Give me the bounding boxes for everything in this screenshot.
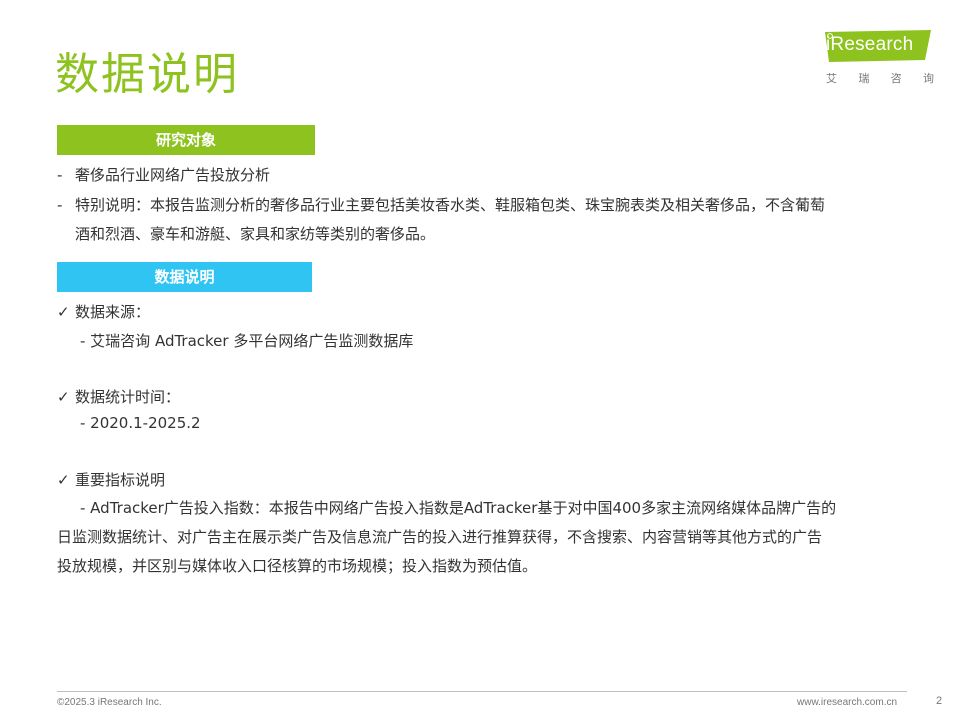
list-item: - 特别说明：本报告监测分析的奢侈品行业主要包括美妆香水类、鞋服箱包类、珠宝腕表类… xyxy=(57,195,825,215)
source-heading-text: 数据来源： xyxy=(75,303,151,321)
list-marker: - xyxy=(57,166,63,184)
list-item-text: 特别说明：本报告监测分析的奢侈品行业主要包括美妆香水类、鞋服箱包类、珠宝腕表类及… xyxy=(75,196,826,214)
list-marker: - xyxy=(57,196,63,214)
page-title: 数据说明 xyxy=(55,49,239,100)
logo-sub-char: 询 xyxy=(922,72,934,85)
indicator-heading-text: 重要指标说明 xyxy=(75,471,166,489)
source-heading: ✓ 数据来源： xyxy=(57,302,150,322)
section-header-data: 数据说明 xyxy=(57,262,312,292)
indicator-line: - AdTracker广告投入指数：本报告中网络广告投入指数是AdTracker… xyxy=(80,499,837,517)
list-item: 酒和烈酒、豪车和游艇、家具和家纺等类别的奢侈品。 xyxy=(57,224,435,244)
iresearch-logo: iResearch 艾 瑞 咨 询 xyxy=(822,30,934,86)
page-number: 2 xyxy=(936,695,943,707)
list-item: - 奢侈品行业网络广告投放分析 xyxy=(57,165,270,185)
indicator-heading: ✓ 重要指标说明 xyxy=(57,470,165,490)
indicator-line: 投放规模，并区别与媒体收入口径核算的市场规模；投入指数为预估值。 xyxy=(57,557,538,575)
logo-sub-char: 咨 xyxy=(890,72,902,85)
logo-text: iResearch xyxy=(826,34,914,55)
footer-website-link[interactable]: www.iresearch.com.cn xyxy=(797,697,897,708)
period-value: - 2020.1-2025.2 xyxy=(80,414,201,432)
footer-copyright: ©2025.3 iResearch Inc. xyxy=(57,697,162,708)
logo-sub-char: 艾 xyxy=(826,72,837,85)
logo-sub-char: 瑞 xyxy=(858,72,870,85)
list-item-text: 酒和烈酒、豪车和游艇、家具和家纺等类别的奢侈品。 xyxy=(75,225,436,243)
period-heading: ✓ 数据统计时间： xyxy=(57,387,180,407)
source-value: - 艾瑞咨询 AdTracker 多平台网络广告监测数据库 xyxy=(80,332,414,350)
indicator-line: 日监测数据统计、对广告主在展示类广告及信息流广告的投入进行推算获得，不含搜索、内… xyxy=(57,528,823,546)
list-item-text: 奢侈品行业网络广告投放分析 xyxy=(75,166,271,184)
logo-subtitle: 艾 瑞 咨 询 xyxy=(826,70,934,86)
footer-divider xyxy=(57,691,907,692)
check-icon: ✓ xyxy=(57,471,70,489)
check-icon: ✓ xyxy=(57,303,70,321)
section-header-research: 研究对象 xyxy=(57,125,315,155)
check-icon: ✓ xyxy=(57,388,70,406)
period-heading-text: 数据统计时间： xyxy=(75,388,181,406)
